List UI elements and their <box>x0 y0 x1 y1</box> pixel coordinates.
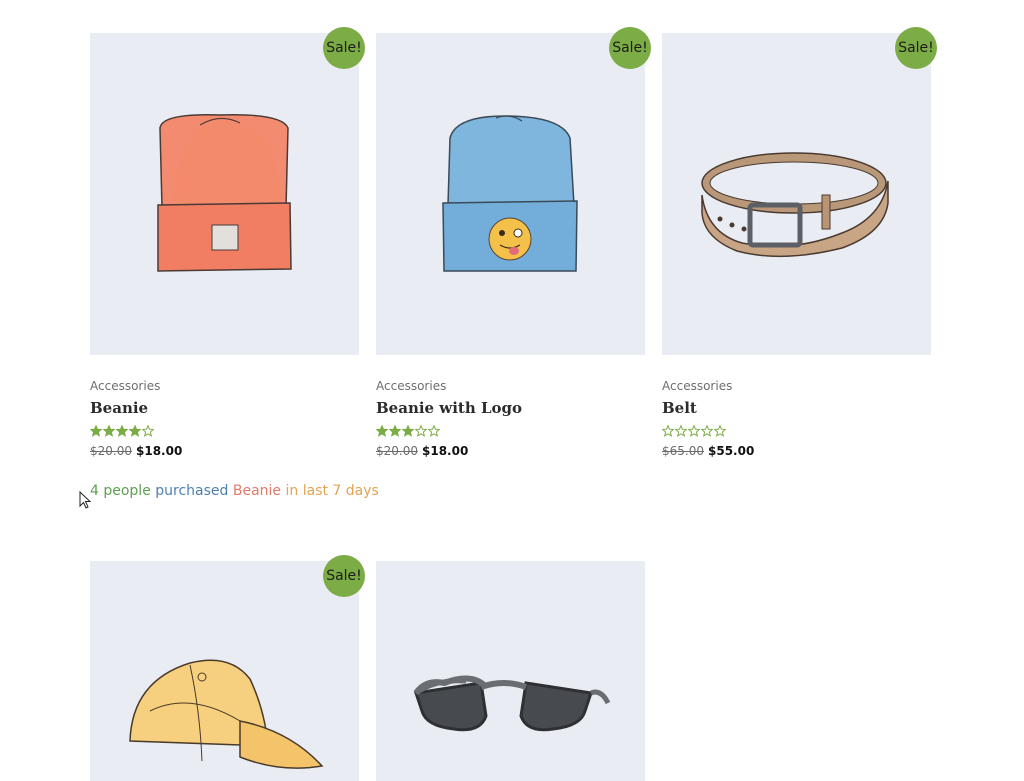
star-empty-icon <box>714 425 726 437</box>
sale-badge: Sale! <box>609 27 651 69</box>
star-empty-icon <box>428 425 440 437</box>
star-empty-icon <box>675 425 687 437</box>
star-rating <box>662 425 931 439</box>
star-filled-icon <box>402 425 414 437</box>
product-card-cap: Sale! <box>90 555 365 781</box>
sale-badge: Sale! <box>895 27 937 69</box>
star-rating <box>376 425 645 439</box>
star-empty-icon <box>662 425 674 437</box>
sale-price: $18.00 <box>136 444 183 458</box>
sale-price: $18.00 <box>422 444 469 458</box>
product-category[interactable]: Accessories <box>662 379 931 393</box>
product-title[interactable]: Beanie <box>90 399 359 417</box>
product-price: $20.00 $18.00 <box>376 444 645 458</box>
sale-badge: Sale! <box>323 27 365 69</box>
notice-product-link[interactable]: Beanie <box>233 483 281 499</box>
product-title[interactable]: Belt <box>662 399 931 417</box>
product-image-sunglasses[interactable] <box>376 561 645 781</box>
star-empty-icon <box>415 425 427 437</box>
sale-badge: Sale! <box>323 555 365 597</box>
star-rating <box>90 425 359 439</box>
product-image-cap[interactable]: Sale! <box>90 555 365 781</box>
product-card-beanie-with-logo: Sale! Accessories Beanie with Logo $20.0… <box>376 27 651 458</box>
product-image-beanie-with-logo[interactable]: Sale! <box>376 27 651 355</box>
regular-price: $20.00 <box>90 444 132 458</box>
star-empty-icon <box>701 425 713 437</box>
product-price: $20.00 $18.00 <box>90 444 359 458</box>
star-empty-icon <box>142 425 154 437</box>
star-filled-icon <box>129 425 141 437</box>
sale-price: $55.00 <box>708 444 755 458</box>
product-image-beanie[interactable]: Sale! <box>90 27 365 355</box>
notice-verb: purchased <box>155 483 229 499</box>
star-empty-icon <box>688 425 700 437</box>
product-card-belt: Sale! Accessories Belt $65.00 $55.00 <box>662 27 937 458</box>
regular-price: $65.00 <box>662 444 704 458</box>
product-category[interactable]: Accessories <box>90 379 359 393</box>
product-title[interactable]: Beanie with Logo <box>376 399 645 417</box>
notice-count: 4 people <box>90 483 151 499</box>
star-filled-icon <box>389 425 401 437</box>
star-filled-icon <box>376 425 388 437</box>
recent-purchase-notice: 4 people purchased Beanie in last 7 days <box>90 483 379 499</box>
product-card-sunglasses <box>376 561 645 781</box>
product-image-belt[interactable]: Sale! <box>662 27 937 355</box>
product-card-beanie: Sale! Accessories Beanie $20.00 $18.00 <box>90 27 365 458</box>
star-filled-icon <box>90 425 102 437</box>
mouse-cursor-icon <box>79 491 91 509</box>
product-category[interactable]: Accessories <box>376 379 645 393</box>
star-filled-icon <box>103 425 115 437</box>
regular-price: $20.00 <box>376 444 418 458</box>
notice-period: in last 7 days <box>285 483 379 499</box>
star-filled-icon <box>116 425 128 437</box>
product-price: $65.00 $55.00 <box>662 444 931 458</box>
